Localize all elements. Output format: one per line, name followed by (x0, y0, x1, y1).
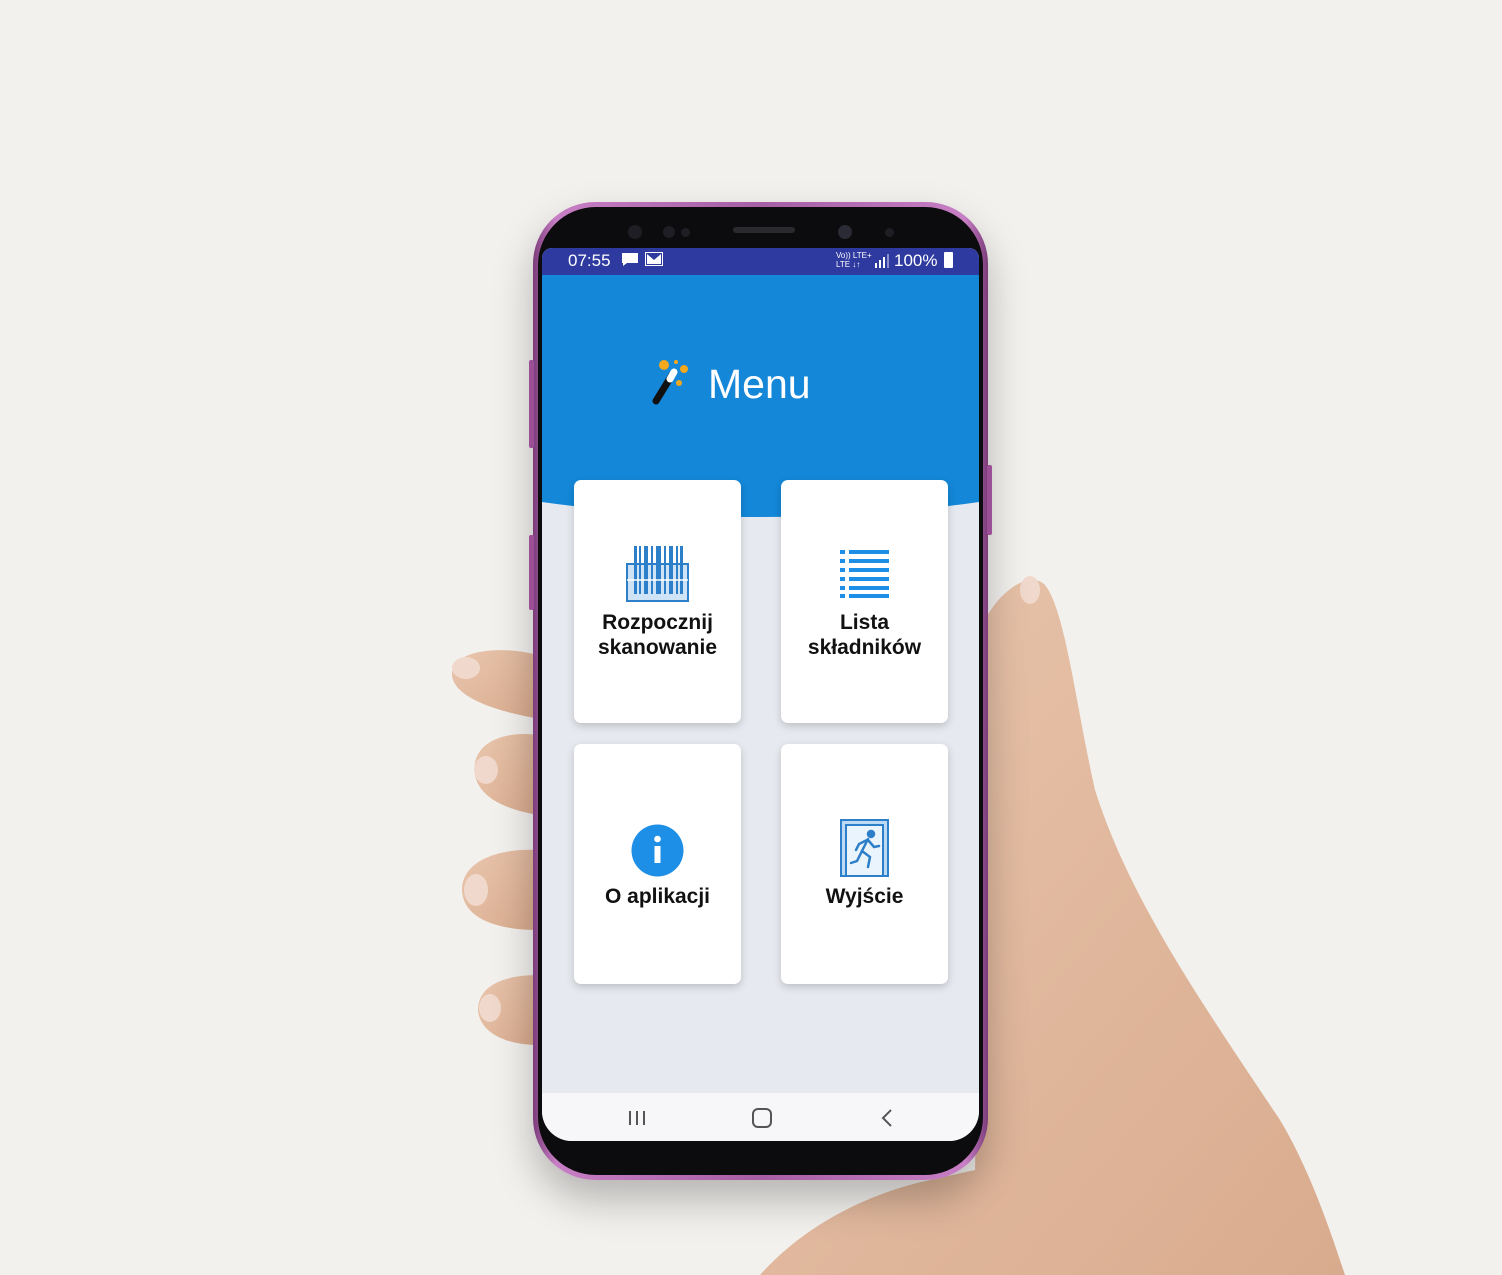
about-app-label: O aplikacji (604, 885, 711, 908)
ingredients-list-label-line2: składników (807, 636, 922, 659)
front-sensor (681, 228, 690, 237)
power-button (987, 465, 992, 535)
status-bar: 07:55 Vo)) LTE+ LTE ↓↑ 100% (542, 248, 979, 275)
network-type-secondary: LTE ↓↑ (836, 260, 861, 269)
start-scan-label-line2: skanowanie (597, 636, 718, 659)
about-app-button[interactable]: O aplikacji (574, 744, 741, 984)
battery-percent: 100% (894, 251, 938, 270)
network-type: Vo)) LTE+ (836, 251, 872, 260)
battery-icon (944, 252, 953, 268)
front-sensor (628, 225, 642, 239)
back-icon[interactable] (872, 1103, 902, 1133)
front-sensor (885, 228, 894, 237)
exit-button[interactable]: Wyjście (781, 744, 948, 984)
front-sensor (663, 226, 675, 238)
network-indicator: Vo)) LTE+ LTE ↓↑ (836, 251, 872, 269)
barcode-scan-icon (626, 546, 689, 602)
info-icon (631, 824, 684, 877)
bixby-button (529, 535, 534, 610)
recent-apps-icon[interactable] (622, 1103, 652, 1133)
ingredients-list-button[interactable]: Lista składników (781, 480, 948, 723)
home-icon[interactable] (747, 1103, 777, 1133)
message-icon (622, 253, 638, 266)
page-title: Menu (708, 361, 811, 407)
status-time: 07:55 (568, 251, 611, 270)
mail-icon (645, 252, 663, 266)
volume-button (529, 360, 534, 448)
exit-icon (840, 819, 889, 877)
start-scan-button[interactable]: Rozpocznij skanowanie (574, 480, 741, 723)
app-screen: 07:55 Vo)) LTE+ LTE ↓↑ 100% Menu Rozpocz… (542, 248, 979, 1141)
front-camera (838, 225, 852, 239)
exit-label: Wyjście (825, 885, 904, 908)
ingredients-list-label-line1: Lista (839, 611, 889, 634)
start-scan-label-line1: Rozpocznij (602, 611, 713, 634)
signal-icon (875, 254, 889, 268)
magic-wand-icon (652, 360, 688, 405)
system-nav-bar (542, 1093, 979, 1141)
list-icon (840, 550, 889, 598)
speaker-grille (733, 227, 795, 233)
